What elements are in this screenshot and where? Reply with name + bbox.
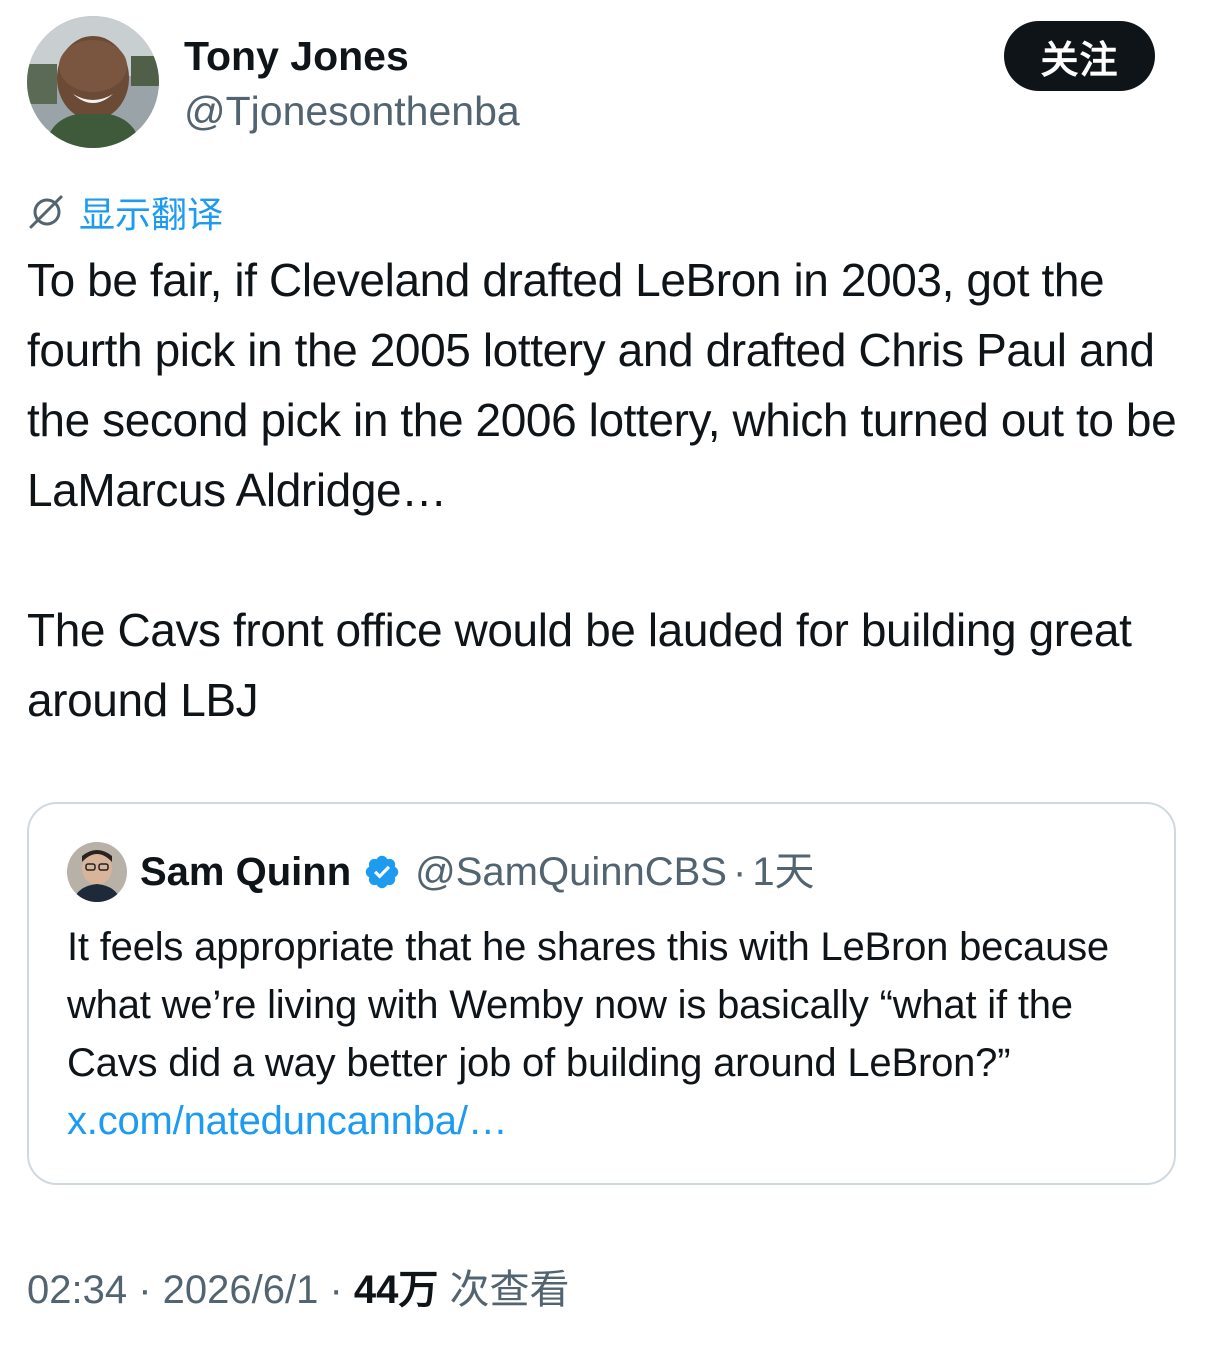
tweet-time[interactable]: 02:34: [27, 1268, 127, 1312]
quote-text: It feels appropriate that he shares this…: [67, 918, 1147, 1150]
tweet-text: To be fair, if Cleveland drafted LeBron …: [27, 245, 1187, 735]
tweet-date[interactable]: 2026/6/1: [163, 1268, 319, 1312]
quoted-tweet-card[interactable]: Sam Quinn @SamQuinnCBS · 1天 It feels app…: [27, 802, 1176, 1185]
views-label: 次查看: [438, 1268, 570, 1312]
author-name[interactable]: Tony Jones: [184, 32, 409, 80]
tweet-paragraph: The Cavs front office would be lauded fo…: [27, 604, 1144, 726]
quote-text-content: It feels appropriate that he shares this…: [67, 925, 1109, 1085]
show-translation-link[interactable]: 显示翻译: [27, 187, 223, 237]
author-avatar[interactable]: [27, 16, 159, 148]
separator-dot: ·: [732, 850, 747, 894]
quote-header: Sam Quinn @SamQuinnCBS · 1天: [140, 848, 815, 896]
follow-button[interactable]: 关注: [1004, 21, 1155, 91]
quote-author-handle[interactable]: @SamQuinnCBS: [415, 848, 727, 896]
quote-author-avatar[interactable]: [67, 842, 127, 902]
author-handle[interactable]: @Tjonesonthenba: [184, 87, 520, 135]
separator-dot: ·: [318, 1268, 354, 1312]
tweet-meta: 02:34 · 2026/6/1 · 44万 次查看: [27, 1264, 570, 1316]
avatar-photo: [27, 16, 159, 148]
quote-author-name[interactable]: Sam Quinn: [140, 848, 351, 896]
tweet-paragraph: To be fair, if Cleveland drafted LeBron …: [27, 254, 1189, 516]
avatar-photo: [67, 842, 127, 902]
quote-link[interactable]: x.com/nateduncannba/…: [67, 1099, 508, 1143]
quote-timestamp[interactable]: 1天: [752, 848, 814, 896]
show-translation-label: 显示翻译: [79, 194, 224, 235]
separator-dot: ·: [127, 1268, 163, 1312]
views-count: 44万: [353, 1268, 439, 1312]
verified-badge-icon: [363, 853, 401, 891]
translate-globe-icon: [27, 193, 65, 231]
